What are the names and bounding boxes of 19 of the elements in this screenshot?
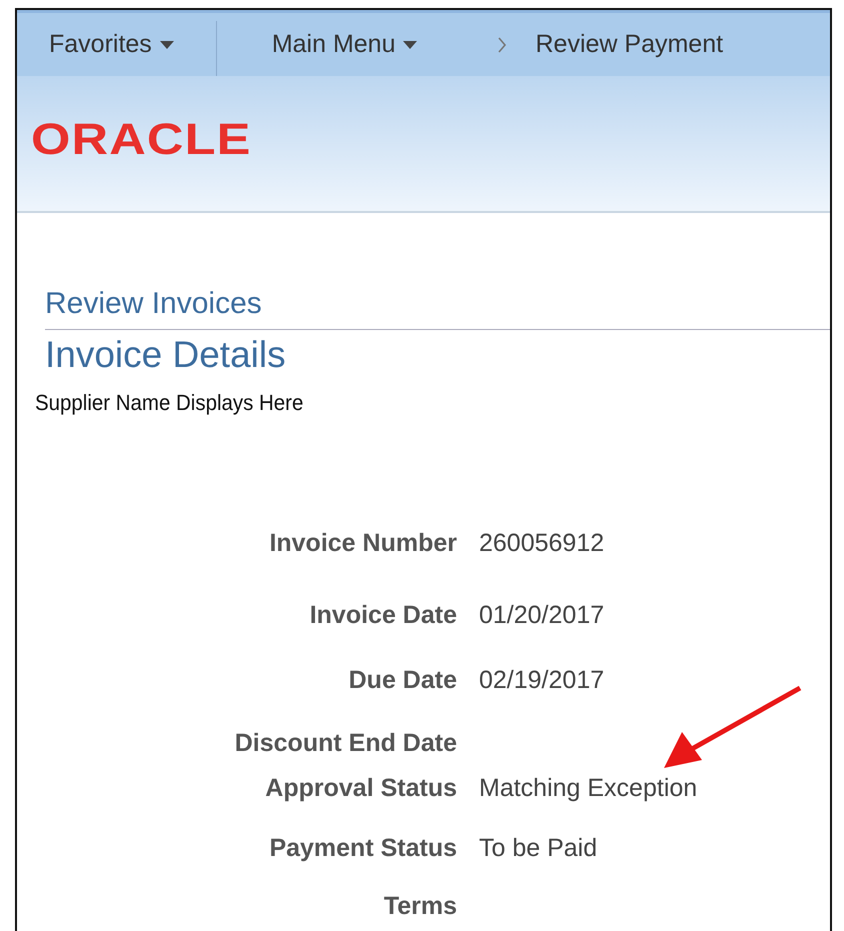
field-value: 260056912 [479, 529, 604, 557]
field-value: 01/20/2017 [479, 601, 604, 629]
field-label: Invoice Date [308, 601, 457, 630]
breadcrumb-link[interactable]: Review Payment [535, 30, 724, 59]
field-label: Discount End Date [234, 729, 457, 758]
field-value: Matching Exception [479, 774, 698, 802]
logo: ORACLE [31, 114, 252, 164]
field-label: Terms [382, 892, 457, 921]
field-value: 02/19/2017 [479, 666, 604, 694]
page-title: Invoice Details [45, 334, 287, 376]
field-label: Invoice Number [268, 529, 457, 558]
field-label: Payment Status [268, 834, 457, 863]
field-value: To be Paid [479, 834, 598, 862]
nav-menu[interactable]: Main Menu [272, 30, 418, 59]
supplier-name: Supplier Name Displays Here [35, 390, 304, 416]
field-label: Due Date [348, 666, 457, 695]
breadcrumb-heading: Review Invoices [45, 287, 830, 330]
field-label: Approval Status [264, 774, 457, 803]
nav-menu[interactable]: Favorites [49, 30, 174, 59]
